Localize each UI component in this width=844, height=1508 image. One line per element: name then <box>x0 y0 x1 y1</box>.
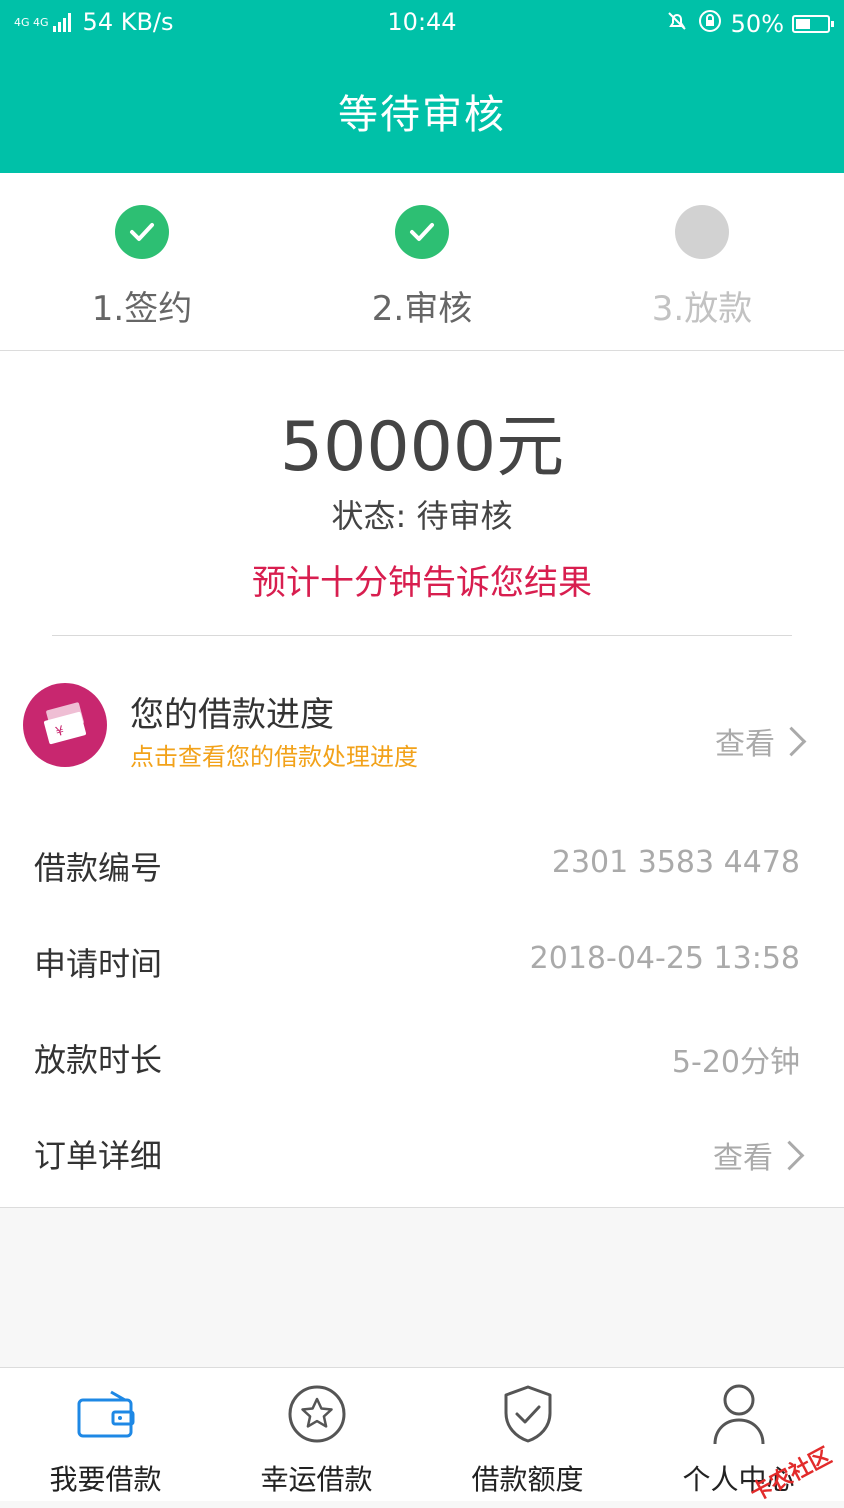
shield-icon <box>422 1378 633 1450</box>
step-label: 1.签约 <box>91 289 193 329</box>
bottom-tab-bar: 我要借款 幸运借款 借款额度 个人中心 卡农社区 <box>0 1367 844 1507</box>
detail-key: 申请时间 <box>34 945 163 983</box>
detail-row-disburse-duration: 放款时长 5-20分钟 <box>0 1027 844 1087</box>
loan-status: 状态: 待审核 <box>331 497 513 535</box>
status-bar: 4G 4G 54 KB/s 10:44 50% <box>0 0 844 44</box>
tab-label: 借款额度 <box>471 1463 584 1496</box>
mute-icon <box>665 9 689 39</box>
loan-progress-entry[interactable]: ¥ 您的借款进度 点击查看您的借款处理进度 查看 <box>0 683 844 793</box>
detail-key: 放款时长 <box>34 1041 163 1079</box>
rotation-lock-icon <box>697 8 723 40</box>
cash-ticket-icon: ¥ <box>23 683 107 767</box>
user-icon <box>633 1378 844 1450</box>
check-icon <box>115 205 169 259</box>
check-icon <box>395 205 449 259</box>
header-bar: 4G 4G 54 KB/s 10:44 50% 等待审核 <box>0 0 844 173</box>
detail-row-order-detail[interactable]: 订单详细 查看 <box>0 1123 844 1183</box>
chevron-right-icon <box>774 1140 805 1170</box>
step-label: 3.放款 <box>651 289 753 329</box>
loan-detail-panel: 50000元 状态: 待审核 预计十分钟告诉您结果 ¥ 您的借款进度 点击查看您… <box>0 351 844 1208</box>
detail-row-apply-time: 申请时间 2018-04-25 13:58 <box>0 931 844 991</box>
step-label: 2.审核 <box>371 289 473 329</box>
view-order-button[interactable]: 查看 <box>713 1133 805 1177</box>
result-hint: 预计十分钟告诉您结果 <box>252 563 592 603</box>
detail-key: 订单详细 <box>34 1137 163 1175</box>
tab-personal-center[interactable]: 个人中心 <box>633 1378 844 1498</box>
detail-key: 借款编号 <box>34 849 163 887</box>
pending-dot-icon <box>675 205 729 259</box>
step-review: 2.审核 <box>322 205 522 330</box>
tab-label: 幸运借款 <box>260 1463 373 1496</box>
tab-lucky-loan[interactable]: 幸运借款 <box>211 1378 422 1498</box>
battery-icon <box>792 15 834 33</box>
progress-steps: 1.签约 2.审核 3.放款 <box>0 173 844 351</box>
divider <box>52 635 792 636</box>
detail-value: 2301 3583 4478 <box>551 845 800 880</box>
step-sign: 1.签约 <box>42 205 242 330</box>
battery-percent: 50% <box>730 10 784 38</box>
progress-subtitle: 点击查看您的借款处理进度 <box>130 743 418 771</box>
progress-title: 您的借款进度 <box>130 695 334 735</box>
page-title: 等待审核 <box>338 92 506 138</box>
tab-borrow[interactable]: 我要借款 <box>0 1378 211 1498</box>
view-progress-button[interactable]: 查看 <box>715 719 807 763</box>
tab-loan-limit[interactable]: 借款额度 <box>422 1378 633 1498</box>
detail-row-loan-id: 借款编号 2301 3583 4478 <box>0 835 844 895</box>
step-disburse: 3.放款 <box>602 205 802 330</box>
star-icon <box>211 1378 422 1450</box>
detail-value: 5-20分钟 <box>671 1045 800 1080</box>
view-label: 查看 <box>713 1141 773 1176</box>
detail-value: 2018-04-25 13:58 <box>529 941 800 976</box>
view-label: 查看 <box>715 727 775 762</box>
tab-label: 我要借款 <box>49 1463 162 1496</box>
loan-amount: 50000元 <box>279 408 565 487</box>
chevron-right-icon <box>776 726 807 756</box>
wallet-icon <box>0 1378 211 1450</box>
